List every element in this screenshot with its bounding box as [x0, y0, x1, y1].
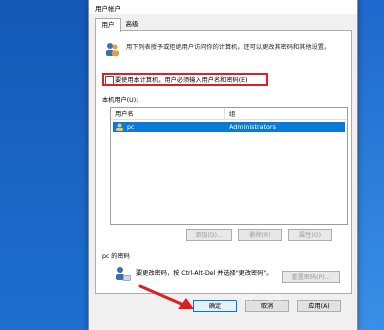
- user-accounts-dialog: 用户帐户 用户 高级 用下列表授予或拒绝用户访问你的计算机，还可以更改其密码和其…: [88, 0, 358, 330]
- title-bar[interactable]: 用户帐户: [89, 0, 357, 14]
- info-description: 用下列表授予或拒绝用户访问你的计算机，还可以更改其密码和其他设置。: [126, 44, 331, 51]
- reset-password-button[interactable]: 重置密码(P)...: [282, 271, 340, 283]
- column-header-username[interactable]: 用户名: [115, 109, 134, 118]
- desktop-background-left: [0, 0, 88, 330]
- require-password-row[interactable]: 要使用本计算机，用户必须输入用户名和密码(E): [102, 73, 268, 86]
- users-icon: [106, 43, 119, 56]
- local-users-label: 本机用户(U):: [102, 97, 139, 104]
- add-button[interactable]: 添加(D)...: [186, 229, 232, 241]
- keyboard-user-icon: [116, 267, 131, 281]
- properties-button[interactable]: 属性(O): [288, 229, 332, 241]
- users-tab-panel: 用下列表授予或拒绝用户访问你的计算机，还可以更改其密码和其他设置。 要使用本计算…: [95, 30, 352, 294]
- tab-advanced[interactable]: 高级: [121, 18, 143, 30]
- remove-button[interactable]: 删除(R): [238, 229, 282, 241]
- password-instructions: 要更改密码，按 Ctrl-Alt-Del 并选择"更改密码"。: [136, 270, 273, 277]
- apply-button[interactable]: 应用(A): [297, 300, 341, 312]
- user-icon: [116, 123, 123, 131]
- users-table[interactable]: 用户名 组 pc Administrators: [110, 107, 348, 225]
- site-watermark: PHP · CN: [235, 294, 283, 304]
- column-header-group[interactable]: 组: [229, 109, 235, 118]
- password-group-label: pc 的密码: [102, 253, 130, 260]
- highlight-box: [102, 73, 268, 86]
- window-title: 用户帐户: [95, 5, 121, 13]
- red-arrow-icon: [138, 284, 194, 309]
- ok-button[interactable]: 确定: [193, 300, 237, 312]
- table-header: 用户名 组: [111, 108, 347, 120]
- cell-username: pc: [127, 123, 135, 131]
- table-row[interactable]: pc Administrators: [113, 122, 345, 132]
- tab-users[interactable]: 用户: [95, 18, 121, 32]
- desktop-background-right: [356, 0, 384, 330]
- cell-group: Administrators: [229, 123, 276, 131]
- column-divider: [224, 108, 225, 119]
